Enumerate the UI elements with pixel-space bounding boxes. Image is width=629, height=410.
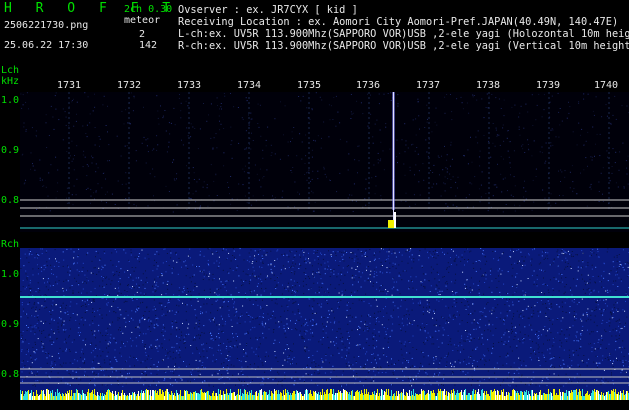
x-tick: 1740 — [593, 80, 619, 91]
count-lch: 2 — [139, 29, 146, 40]
app-version: 2ch 0.30 — [124, 4, 173, 15]
x-tick: 1734 — [236, 80, 262, 91]
count-rch: 142 — [139, 40, 158, 51]
rch-power-bars — [20, 389, 629, 400]
lch-spectrogram — [20, 92, 629, 232]
rch-ytick: 1.0 — [1, 269, 20, 280]
x-tick: 1739 — [535, 80, 561, 91]
rch-ytick: 0.9 — [1, 319, 20, 330]
timestamp: 25.06.22 17:30 — [4, 40, 89, 51]
x-tick: 1735 — [296, 80, 322, 91]
rch-noise — [20, 248, 629, 387]
x-tick: 1732 — [116, 80, 142, 91]
x-tick: 1731 — [56, 80, 82, 91]
rch-label: Rch — [1, 239, 20, 250]
file-name: 2506221730.png — [4, 20, 89, 31]
x-tick: 1733 — [176, 80, 202, 91]
location-line: Receiving Location : ex. Aomori City Aom… — [178, 16, 619, 28]
lch-ytick: 0.8 — [1, 195, 20, 206]
rch-spectrogram — [20, 248, 629, 400]
lch-ytick: 0.9 — [1, 145, 20, 156]
lch-noise — [20, 92, 629, 213]
meteor-echo-core — [393, 92, 394, 224]
rch-spectrogram-plot — [20, 248, 629, 400]
lch-power-peak-core — [394, 212, 396, 228]
lch-label: Lch — [1, 65, 20, 76]
lch-info-line: L-ch:ex. UV5R 113.900Mhz(SAPPORO VOR)USB… — [178, 28, 629, 40]
observer-line: Ovserver : ex. JR7CYX [ kid ] — [178, 4, 358, 16]
rch-ytick: 0.8 — [1, 369, 20, 380]
lch-spectrogram-plot — [20, 92, 629, 229]
mode-label: meteor — [124, 15, 161, 26]
x-tick: 1736 — [355, 80, 381, 91]
lch-unit: kHz — [1, 76, 20, 87]
x-tick: 1737 — [415, 80, 441, 91]
rch-info-line: R-ch:ex. UV5R 113.900Mhz(SAPPORO VOR)USB… — [178, 40, 629, 52]
lch-ytick: 1.0 — [1, 95, 20, 106]
x-tick: 1738 — [475, 80, 501, 91]
